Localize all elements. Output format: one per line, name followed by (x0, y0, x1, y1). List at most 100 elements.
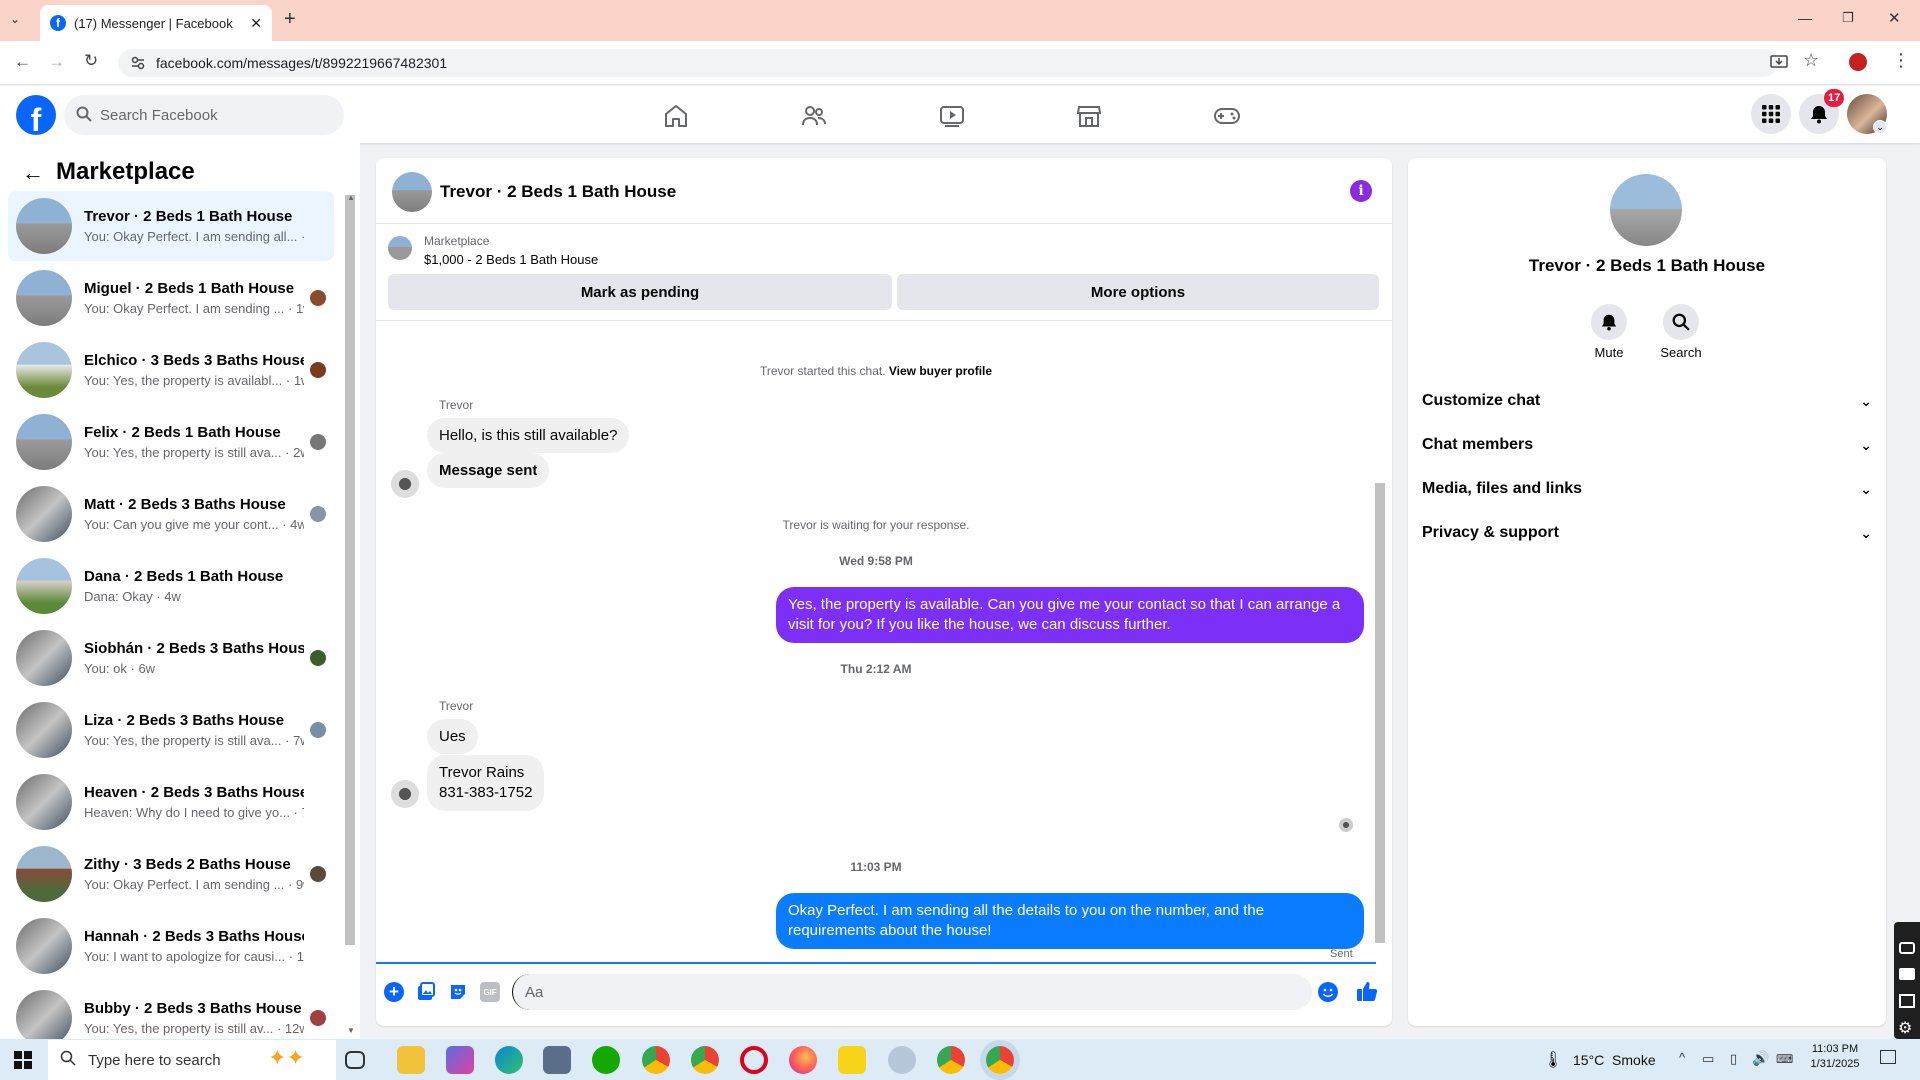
browser-menu-icon[interactable]: ⋮ (1892, 50, 1910, 71)
conversation-item[interactable]: Elchico · 3 Beds 3 Baths House You: Yes, … (8, 335, 334, 405)
conversation-item[interactable]: Matt · 2 Beds 3 Baths House You: Can you … (8, 479, 334, 549)
reload-icon[interactable]: ↻ (84, 51, 98, 71)
menu-grid-icon[interactable] (1751, 94, 1791, 134)
app-icon[interactable] (888, 1046, 916, 1074)
conversation-item[interactable]: Trevor · 2 Beds 1 Bath House You: Okay Pe… (8, 191, 334, 261)
listing-price[interactable]: $1,000 - 2 Beds 1 Bath House (424, 252, 598, 267)
task-view-icon[interactable] (345, 1051, 365, 1069)
conversation-item[interactable]: Siobhán · 2 Beds 3 Baths House You: ok · … (8, 623, 334, 693)
gif-icon[interactable]: GIF (480, 982, 500, 1002)
more-options-button[interactable]: More options (897, 274, 1379, 310)
weather-text[interactable]: 15°C Smoke (1573, 1052, 1656, 1068)
facebook-logo[interactable]: f (16, 95, 56, 135)
back-arrow-icon[interactable]: ← (22, 160, 44, 186)
media-files-links-section[interactable]: Media, files and links ⌄ (1422, 471, 1872, 507)
mute-bell-icon[interactable] (1591, 304, 1627, 340)
conversation-item[interactable]: Felix · 2 Beds 1 Bath House You: Yes, the… (8, 407, 334, 477)
scroll-up-icon[interactable]: ▲ (347, 193, 355, 202)
capture-icon[interactable] (1899, 942, 1915, 954)
sticky-notes-icon[interactable] (838, 1046, 866, 1074)
tray-chevron-icon[interactable]: ^ (1679, 1050, 1685, 1065)
bookmark-star-icon[interactable]: ☆ (1803, 50, 1819, 71)
emoji-icon[interactable] (1318, 982, 1338, 1002)
search-icon[interactable] (1663, 304, 1699, 340)
search-label[interactable]: Search (1652, 345, 1710, 360)
mute-label[interactable]: Mute (1580, 345, 1638, 360)
file-explorer-icon[interactable] (397, 1046, 425, 1074)
forward-arrow-icon[interactable]: → (48, 52, 65, 72)
site-info-icon[interactable] (130, 55, 146, 71)
conversation-item[interactable]: Liza · 2 Beds 3 Baths House You: Yes, the… (8, 695, 334, 765)
privacy-support-section[interactable]: Privacy & support ⌄ (1422, 515, 1872, 551)
marketplace-store-icon[interactable] (1073, 100, 1105, 132)
conversation-item[interactable]: Dana · 2 Beds 1 Bath House Dana: Okay · 4… (8, 551, 334, 621)
opera-icon[interactable] (740, 1046, 768, 1074)
sidebar-scrollbar[interactable] (345, 195, 355, 945)
restore-window-icon[interactable]: ❐ (1842, 10, 1854, 26)
photo-icon[interactable] (416, 982, 436, 1002)
like-thumbs-up-icon[interactable] (1356, 980, 1378, 1002)
close-window-icon[interactable]: ✕ (1888, 9, 1901, 27)
conversation-item[interactable]: Bubby · 2 Beds 3 Baths House You: Yes, th… (8, 983, 334, 1039)
firefox-icon[interactable] (789, 1046, 817, 1074)
chat-title[interactable]: Trevor · 2 Beds 1 Bath House (440, 182, 676, 202)
notification-center-icon[interactable] (1880, 1050, 1896, 1064)
taskbar-clock[interactable]: 11:03 PM 1/31/2025 (1800, 1043, 1870, 1070)
read-receipt-avatar (310, 434, 326, 450)
plus-icon[interactable]: + (384, 982, 404, 1002)
volume-icon[interactable]: 🔊 (1752, 1050, 1769, 1067)
profile-avatar-icon[interactable] (1849, 53, 1867, 71)
info-icon[interactable]: i (1350, 180, 1372, 202)
chrome-profile-icon[interactable] (691, 1046, 719, 1074)
conversation-item[interactable]: Zithy · 3 Beds 2 Baths House You: Okay Pe… (8, 839, 334, 909)
sticker-icon[interactable] (448, 982, 468, 1002)
sent-message-bubble[interactable]: Okay Perfect. I am sending all the detai… (776, 893, 1364, 949)
settings-gear-icon[interactable]: ⚙ (1898, 1018, 1912, 1038)
edge-browser-icon[interactable] (495, 1046, 523, 1074)
gaming-controller-icon[interactable] (1211, 100, 1243, 132)
url-field[interactable]: facebook.com/messages/t/8992219667482301 (118, 49, 1778, 77)
conversation-item[interactable]: Hannah · 2 Beds 3 Baths House You: I want… (8, 911, 334, 981)
conversation-item[interactable]: Heaven · 2 Beds 3 Baths House Heaven: Why… (8, 767, 334, 837)
conversation-item[interactable]: Miguel · 2 Beds 1 Bath House You: Okay Pe… (8, 263, 334, 333)
friends-icon[interactable] (798, 100, 830, 132)
weather-icon[interactable]: 🌡 (1543, 1050, 1563, 1070)
sent-message-bubble[interactable]: Yes, the property is available. Can you … (776, 587, 1364, 643)
battery-icon[interactable]: ▯ (1730, 1051, 1737, 1067)
back-arrow-icon[interactable]: ← (14, 52, 31, 72)
message-bubble[interactable]: Message sent (427, 453, 550, 488)
message-bubble[interactable]: Hello, is this still available? (427, 418, 630, 453)
install-app-icon[interactable] (1770, 53, 1788, 71)
chrome-active-icon[interactable] (986, 1046, 1014, 1074)
mark-as-pending-button[interactable]: Mark as pending (388, 274, 892, 310)
chat-scrollbar[interactable] (1375, 483, 1385, 943)
upwork-icon[interactable] (592, 1046, 620, 1074)
chrome-window-icon[interactable] (937, 1046, 965, 1074)
windows-start-icon[interactable] (14, 1051, 32, 1069)
message-input[interactable]: Aa (512, 974, 1312, 1010)
new-tab-button[interactable]: + (284, 8, 296, 31)
record-icon[interactable] (1899, 968, 1915, 980)
browser-tab[interactable]: f (17) Messenger | Facebook ✕ (40, 5, 272, 41)
gallery-icon[interactable] (1899, 994, 1915, 1008)
keyboard-icon[interactable]: ⌨ (1776, 1052, 1793, 1066)
tab-search-icon[interactable]: ⌄ (10, 12, 20, 26)
message-bubble[interactable]: Ues (427, 719, 478, 754)
details-avatar[interactable] (1610, 174, 1682, 246)
chat-members-section[interactable]: Chat members ⌄ (1422, 427, 1872, 463)
view-buyer-profile-link[interactable]: View buyer profile (889, 364, 992, 378)
customize-chat-section[interactable]: Customize chat ⌄ (1422, 383, 1872, 419)
copilot-icon[interactable] (446, 1046, 474, 1074)
facebook-search-input[interactable]: Search Facebook (64, 95, 344, 135)
scroll-down-icon[interactable]: ▼ (347, 1026, 355, 1035)
calculator-icon[interactable] (543, 1046, 571, 1074)
account-chevron-icon[interactable]: ⌄ (1873, 120, 1887, 134)
watch-video-icon[interactable] (936, 100, 968, 132)
home-icon[interactable] (660, 100, 692, 132)
close-tab-icon[interactable]: ✕ (250, 15, 262, 32)
message-bubble[interactable]: Trevor Rains 831-383-1752 (427, 755, 545, 811)
chat-avatar[interactable] (392, 172, 432, 212)
minimize-window-icon[interactable]: — (1798, 10, 1812, 26)
network-icon[interactable]: ▭ (1702, 1051, 1714, 1067)
chrome-icon[interactable] (642, 1046, 670, 1074)
